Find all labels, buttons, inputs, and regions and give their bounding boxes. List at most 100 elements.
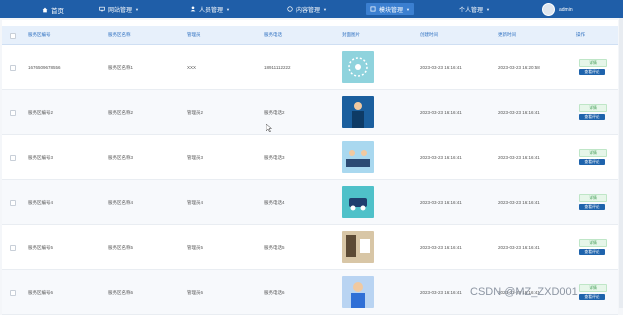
row-checkbox[interactable] xyxy=(10,200,16,206)
cell-id: 服务区编号2 xyxy=(28,110,54,115)
user-name: admin xyxy=(559,6,573,13)
home-link[interactable]: 首页 xyxy=(42,5,64,15)
review-button[interactable]: 查看评论 xyxy=(579,204,605,210)
column-header: 服务区编号 xyxy=(28,32,51,37)
cover-image-cleaning xyxy=(342,51,374,83)
column-header: 创建时间 xyxy=(420,32,438,37)
select-all-checkbox[interactable] xyxy=(10,33,16,39)
cell-name: 服务区名称4 xyxy=(108,200,134,205)
chevron-down-icon: ▼ xyxy=(226,6,230,12)
detail-button[interactable]: 详情 xyxy=(579,284,607,292)
cell-id: 服务区编号6 xyxy=(28,290,54,295)
column-header: 服务区名称 xyxy=(108,32,131,37)
review-button[interactable]: 查看评论 xyxy=(579,114,605,120)
detail-button[interactable]: 详情 xyxy=(579,194,607,202)
nav-content-management[interactable]: 内容管理 ▼ xyxy=(283,3,331,15)
cell-name: 服务区名称1 xyxy=(108,65,134,70)
cell-id: 服务区编号4 xyxy=(28,200,54,205)
cell-id: 1676509678556 xyxy=(28,65,61,70)
nav-label: 人员管理 xyxy=(199,7,224,14)
column-header: 管理员 xyxy=(187,32,201,37)
scrollbar[interactable] xyxy=(619,18,623,308)
nav-module-management[interactable]: 模块管理 ▼ xyxy=(366,3,414,15)
cell-phone: 服务电话4 xyxy=(264,200,285,205)
cell-updated: 2023-03-23 16:16:41 xyxy=(498,200,540,205)
table-row: 1676509678556 服务区名称1 XXX 18911112222 202… xyxy=(2,45,618,90)
row-checkbox[interactable] xyxy=(10,65,16,71)
avatar xyxy=(542,3,555,16)
column-header: 操作 xyxy=(576,32,585,37)
cell-name: 服务区名称2 xyxy=(108,110,134,115)
service-area-table: 服务区编号 服务区名称 管理员 服务电话 封面图片 创建时间 更新时间 操作 1… xyxy=(2,20,618,315)
user-icon xyxy=(190,6,196,12)
cell-created: 2023-03-23 16:16:41 xyxy=(420,245,462,250)
row-checkbox[interactable] xyxy=(10,290,16,296)
cell-name: 服务区名称3 xyxy=(108,155,134,160)
row-checkbox[interactable] xyxy=(10,110,16,116)
cell-phone: 服务电话3 xyxy=(264,155,285,160)
nav-staff-management[interactable]: 人员管理 ▼ xyxy=(186,3,234,15)
cell-name: 服务区名称6 xyxy=(108,290,134,295)
cell-updated: 2023-03-23 16:20:58 xyxy=(498,65,540,70)
table-row: 服务区编号2 服务区名称2 管理员2 服务电话2 2023-03-23 16:1… xyxy=(2,90,618,135)
nav-label: 模块管理 xyxy=(379,7,404,14)
review-button[interactable]: 查看评论 xyxy=(579,159,605,165)
cell-phone: 18911112222 xyxy=(264,65,291,70)
cell-manager: 管理员6 xyxy=(187,290,204,295)
mouse-cursor-icon xyxy=(266,124,272,132)
cover-image-vehicle xyxy=(342,186,374,218)
detail-button[interactable]: 详情 xyxy=(579,149,607,157)
review-button[interactable]: 查看评论 xyxy=(579,249,605,255)
module-icon xyxy=(370,6,376,12)
cover-image-room xyxy=(342,231,374,263)
detail-button[interactable]: 详情 xyxy=(579,239,607,247)
table-header: 服务区编号 服务区名称 管理员 服务电话 封面图片 创建时间 更新时间 操作 xyxy=(2,26,618,45)
table-row: 服务区编号4 服务区名称4 管理员4 服务电话4 2023-03-23 16:1… xyxy=(2,180,618,225)
cell-updated: 2023-03-23 16:16:41 xyxy=(498,155,540,160)
nav-label: 个人管理 xyxy=(459,7,484,14)
cell-updated: 2023-03-23 16:16:41 xyxy=(498,110,540,115)
cell-id: 服务区编号5 xyxy=(28,245,54,250)
cell-created: 2023-03-23 16:16:41 xyxy=(420,290,462,295)
top-navigation-bar: 首页 网站管理 ▼ 人员管理 ▼ 内容管理 ▼ 模块管理 ▼ 个人管理 ▼ admin xyxy=(0,0,623,18)
column-header: 更新时间 xyxy=(498,32,516,37)
cell-created: 2023-03-23 16:16:41 xyxy=(420,155,462,160)
chevron-down-icon: ▼ xyxy=(486,6,490,12)
chevron-down-icon: ▼ xyxy=(406,6,410,12)
review-button[interactable]: 查看评论 xyxy=(579,294,605,300)
nav-personal-management[interactable]: 个人管理 ▼ xyxy=(455,3,494,15)
watermark-text: CSDN @MZ_ZXD001 xyxy=(470,286,578,298)
cell-manager: 管理员2 xyxy=(187,110,204,115)
nav-label: 内容管理 xyxy=(296,7,321,14)
chevron-down-icon: ▼ xyxy=(323,6,327,12)
monitor-icon xyxy=(99,6,105,12)
detail-button[interactable]: 详情 xyxy=(579,104,607,112)
cover-image-office xyxy=(342,141,374,173)
cell-manager: 管理员3 xyxy=(187,155,204,160)
cell-phone: 服务电话6 xyxy=(264,290,285,295)
chevron-down-icon: ▼ xyxy=(135,6,139,12)
home-label: 首页 xyxy=(51,8,64,15)
cell-phone: 服务电话5 xyxy=(264,245,285,250)
cell-updated: 2023-03-23 16:16:41 xyxy=(498,245,540,250)
table-row: 服务区编号5 服务区名称5 管理员5 服务电话5 2023-03-23 16:1… xyxy=(2,225,618,270)
cell-created: 2023-03-23 16:16:41 xyxy=(420,200,462,205)
column-header: 封面图片 xyxy=(342,32,360,37)
row-checkbox[interactable] xyxy=(10,155,16,161)
column-header: 服务电话 xyxy=(264,32,282,37)
cell-phone: 服务电话2 xyxy=(264,110,285,115)
cell-name: 服务区名称5 xyxy=(108,245,134,250)
chat-icon xyxy=(287,6,293,12)
row-checkbox[interactable] xyxy=(10,245,16,251)
table-row: 服务区编号3 服务区名称3 管理员3 服务电话3 2023-03-23 16:1… xyxy=(2,135,618,180)
detail-button[interactable]: 详情 xyxy=(579,59,607,67)
nav-site-management[interactable]: 网站管理 ▼ xyxy=(95,3,143,15)
cell-manager: XXX xyxy=(187,65,197,70)
cell-manager: 管理员4 xyxy=(187,200,204,205)
cover-image-service xyxy=(342,96,374,128)
cell-created: 2023-03-23 16:16:41 xyxy=(420,110,462,115)
home-icon xyxy=(42,7,48,13)
cell-created: 2023-03-23 16:16:41 xyxy=(420,65,462,70)
user-menu[interactable]: admin xyxy=(542,3,573,16)
review-button[interactable]: 查看评论 xyxy=(579,69,605,75)
